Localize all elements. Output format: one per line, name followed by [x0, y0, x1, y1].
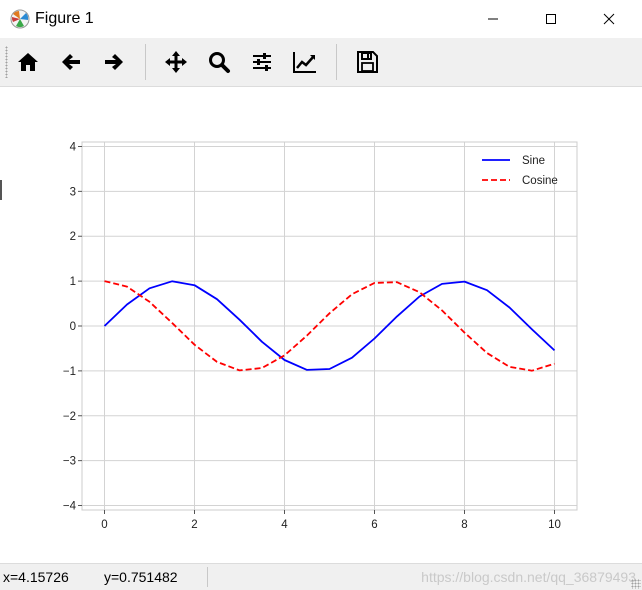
y-tick-label: 0: [70, 321, 76, 333]
toolbar-separator: [145, 44, 146, 80]
toolbar-grip[interactable]: [5, 46, 8, 78]
x-tick-label: 0: [101, 519, 107, 531]
arrow-left-icon: [62, 54, 80, 70]
figure-canvas[interactable]: 0 2 4 6 8 10 −4 −3 −2 −1 0 1 2 3 4 Sine Cosine: [0, 87, 642, 563]
navigation-toolbar: [0, 38, 642, 87]
line-chart[interactable]: 0 2 4 6 8 10 −4 −3 −2 −1 0 1 2 3 4 Sine Cosine: [0, 87, 642, 563]
magnifier-icon: [209, 52, 230, 73]
legend-label-cosine: Cosine: [522, 175, 558, 187]
status-bar: x=4.15726 y=0.751482 https://blog.csdn.n…: [0, 563, 642, 590]
x-tick-label: 8: [461, 519, 467, 531]
close-button[interactable]: [586, 0, 632, 38]
y-tick-label: 4: [70, 141, 77, 153]
line-chart-icon: [293, 52, 316, 73]
edit-axes-button[interactable]: [291, 48, 319, 76]
window-title: Figure 1: [35, 10, 94, 27]
back-button[interactable]: [57, 48, 85, 76]
cursor-x-readout: x=4.15726: [3, 569, 69, 585]
resize-grip[interactable]: [631, 579, 641, 589]
y-tick-label: 1: [70, 276, 76, 288]
save-button[interactable]: [353, 48, 381, 76]
x-tick-label: 2: [191, 519, 197, 531]
home-icon: [18, 53, 38, 71]
status-separator: [207, 567, 208, 587]
y-tick-label: 3: [70, 186, 76, 198]
cursor-y-readout: y=0.751482: [104, 569, 178, 585]
minimize-button[interactable]: [470, 0, 516, 38]
toolbar-separator: [336, 44, 337, 80]
home-button[interactable]: [14, 48, 42, 76]
matplotlib-app-icon: [10, 9, 30, 29]
move-icon: [165, 51, 187, 73]
sliders-icon: [253, 53, 271, 71]
close-icon: [603, 13, 615, 25]
maximize-button[interactable]: [528, 0, 574, 38]
minimize-icon: [488, 18, 498, 20]
x-tick-label: 6: [371, 519, 377, 531]
configure-subplots-button[interactable]: [248, 48, 276, 76]
zoom-button[interactable]: [205, 48, 233, 76]
y-tick-label: −4: [63, 501, 77, 513]
watermark-text: https://blog.csdn.net/qq_36879493: [421, 569, 636, 585]
floppy-disk-icon: [357, 51, 378, 73]
forward-button[interactable]: [100, 48, 128, 76]
arrow-right-icon: [105, 54, 123, 70]
y-tick-label: −1: [63, 366, 76, 378]
legend-label-sine: Sine: [522, 155, 545, 167]
title-bar: Figure 1: [0, 0, 642, 38]
maximize-icon: [546, 14, 556, 24]
pan-button[interactable]: [162, 48, 190, 76]
y-tick-label: −2: [63, 411, 76, 423]
y-tick-label: 2: [70, 231, 76, 243]
y-tick-label: −3: [63, 456, 76, 468]
x-tick-label: 4: [281, 519, 288, 531]
x-tick-label: 10: [548, 519, 561, 531]
window-edge-mark: [0, 180, 2, 200]
